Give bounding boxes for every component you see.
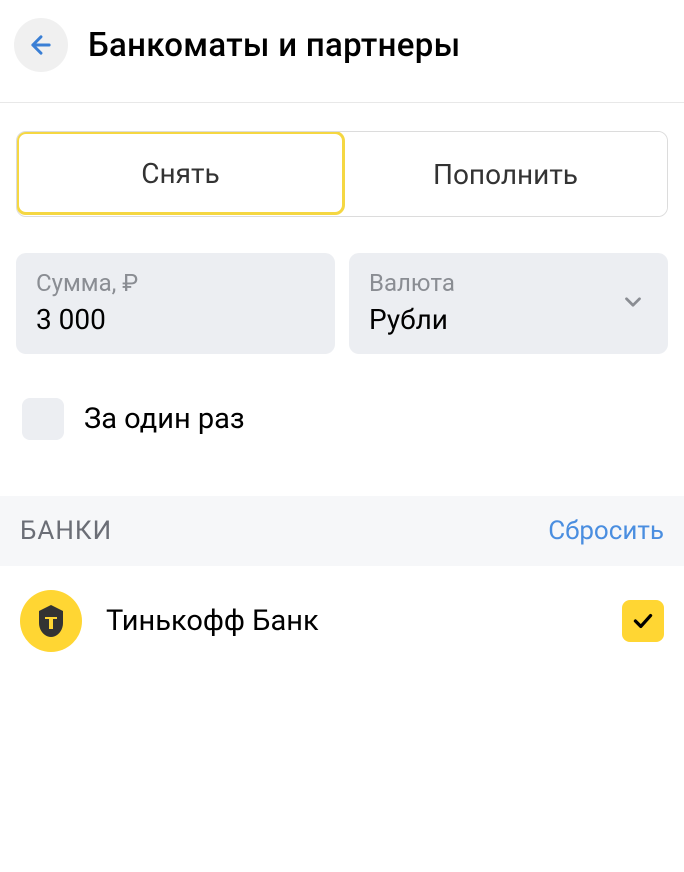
onetime-checkbox[interactable] xyxy=(22,398,64,440)
bank-logo-icon xyxy=(20,590,82,652)
check-icon xyxy=(630,608,656,634)
bank-name-label: Тинькофф Банк xyxy=(106,604,598,638)
bank-list-item[interactable]: Тинькофф Банк xyxy=(16,566,668,662)
back-button[interactable] xyxy=(14,18,68,72)
operation-tabs: Снять Пополнить xyxy=(16,131,668,217)
header: Банкоматы и партнеры xyxy=(0,0,684,103)
currency-label: Валюта xyxy=(369,269,648,297)
tab-withdraw[interactable]: Снять xyxy=(16,131,345,215)
bank-checkbox[interactable] xyxy=(622,600,664,642)
tab-deposit-label: Пополнить xyxy=(433,158,578,191)
page-title: Банкоматы и партнеры xyxy=(88,26,460,65)
amount-label: Сумма, ₽ xyxy=(36,269,315,297)
banks-section-title: БАНКИ xyxy=(20,516,112,546)
arrow-left-icon xyxy=(27,31,55,59)
amount-value: 3 000 xyxy=(36,303,315,336)
reset-button[interactable]: Сбросить xyxy=(548,516,664,546)
banks-section: БАНКИ Сбросить Тинькофф Банк xyxy=(16,496,668,662)
onetime-label: За один раз xyxy=(84,402,245,436)
currency-field[interactable]: Валюта Рубли xyxy=(349,253,668,354)
tab-deposit[interactable]: Пополнить xyxy=(344,132,667,216)
currency-value: Рубли xyxy=(369,303,648,336)
amount-field[interactable]: Сумма, ₽ 3 000 xyxy=(16,253,335,354)
tab-withdraw-label: Снять xyxy=(141,157,219,190)
chevron-down-icon xyxy=(620,289,646,319)
